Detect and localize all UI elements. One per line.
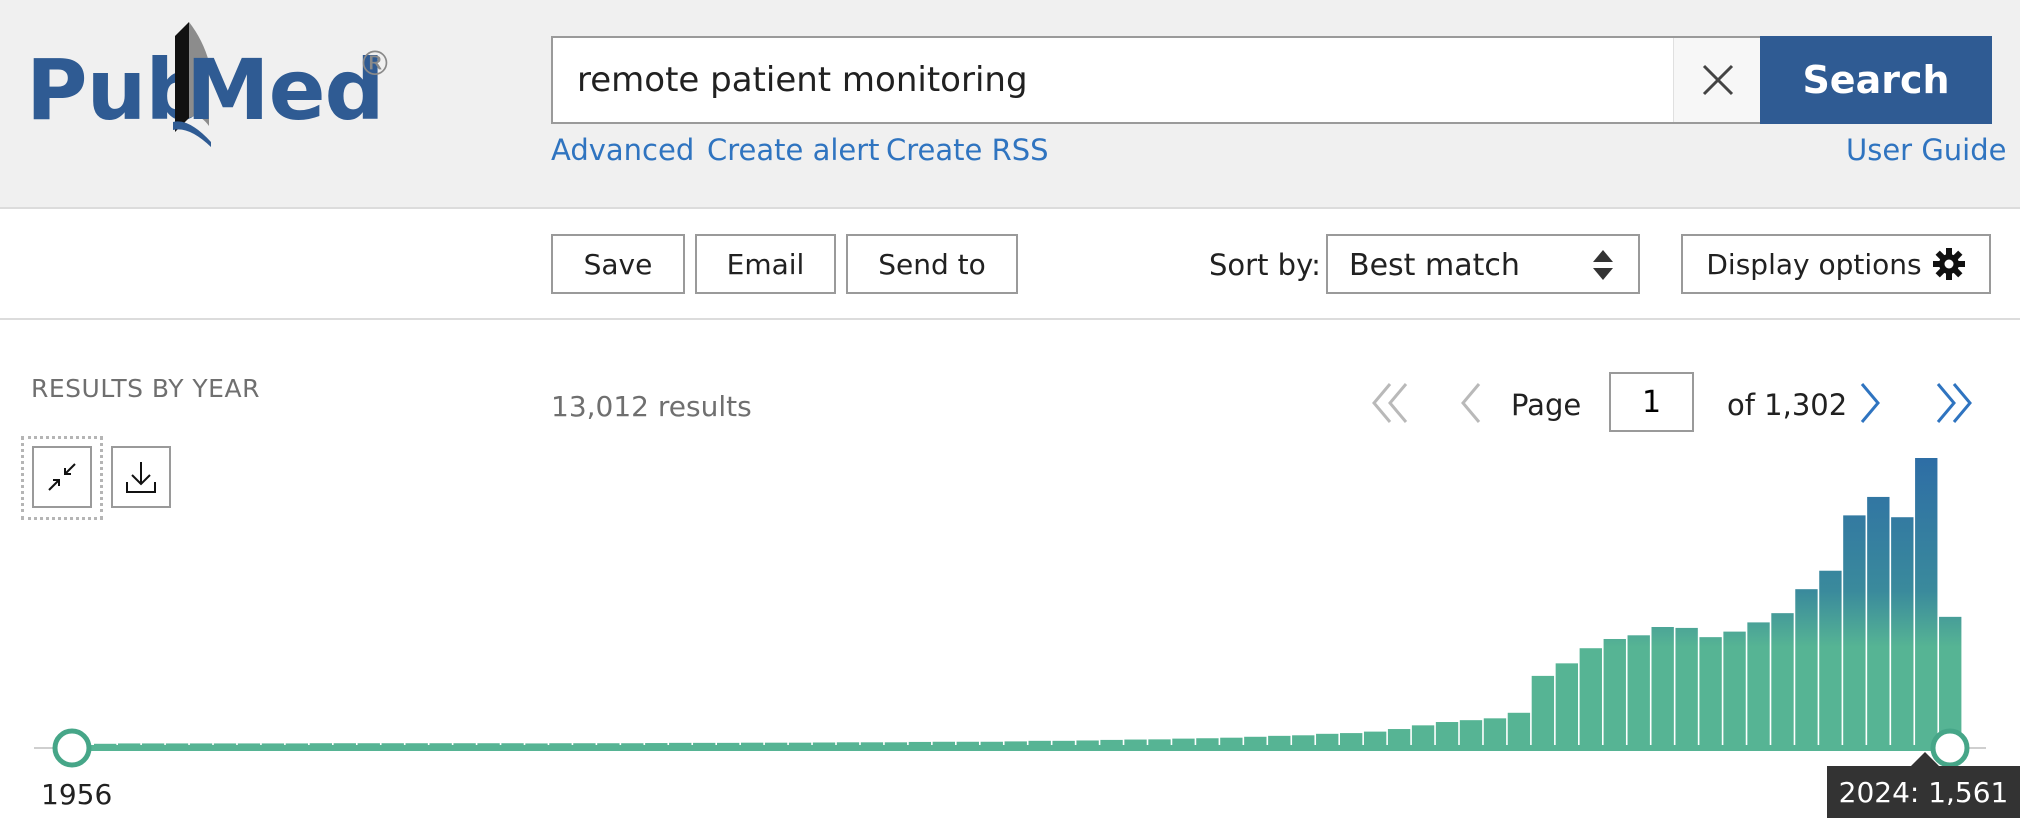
histogram-bar-2030[interactable] xyxy=(1867,496,1890,746)
histogram-bar-2024[interactable] xyxy=(1723,631,1746,746)
results-by-year-chart[interactable] xyxy=(0,440,2020,818)
histogram-bar-2014[interactable] xyxy=(1483,718,1507,746)
histogram-bar-2031[interactable] xyxy=(1891,517,1914,746)
gear-icon xyxy=(1932,248,1965,280)
histogram-bar-2027[interactable] xyxy=(1795,589,1818,746)
create-alert-link[interactable]: Create alert xyxy=(707,133,880,167)
first-page-icon[interactable] xyxy=(1372,382,1408,424)
histogram-bar-2029[interactable] xyxy=(1843,515,1866,746)
histogram-bar-2008[interactable] xyxy=(1340,733,1363,746)
chart-tooltip: 2024: 1,561 xyxy=(1827,766,2020,818)
histogram-bar-2003[interactable] xyxy=(1220,737,1243,746)
last-page-icon[interactable] xyxy=(1936,382,1972,424)
histogram-bar-2015[interactable] xyxy=(1507,712,1531,746)
histogram-bar-2013[interactable] xyxy=(1459,720,1483,746)
sort-select-value: Best match xyxy=(1349,248,1520,283)
pubmed-logo[interactable]: Pub Med ® xyxy=(26,22,406,152)
histogram-bar-2012[interactable] xyxy=(1435,722,1459,746)
histogram-bar-2032[interactable] xyxy=(1915,458,1938,746)
histogram-bar-2018[interactable] xyxy=(1579,648,1602,746)
search-box xyxy=(551,36,1761,124)
histogram-bar-2021[interactable] xyxy=(1651,627,1674,746)
histogram-bar-2011[interactable] xyxy=(1411,725,1435,746)
histogram-bar-2005[interactable] xyxy=(1268,735,1291,746)
sort-select[interactable]: Best match xyxy=(1326,234,1640,294)
histogram-bar-2004[interactable] xyxy=(1244,736,1267,746)
histogram-bar-2009[interactable] xyxy=(1363,731,1387,746)
toolbar-divider xyxy=(0,318,2020,320)
sort-by-label: Sort by: xyxy=(1209,248,1321,282)
histogram-bar-2006[interactable] xyxy=(1292,735,1315,746)
send-to-button[interactable]: Send to xyxy=(846,234,1018,294)
slider-start-handle[interactable] xyxy=(52,728,92,768)
histogram-bar-2025[interactable] xyxy=(1747,622,1770,746)
search-input[interactable] xyxy=(553,38,1669,122)
histogram-bar-2020[interactable] xyxy=(1627,635,1650,746)
histogram-bar-2023[interactable] xyxy=(1699,637,1722,746)
display-options-label: Display options xyxy=(1706,247,1922,281)
logo-text-med: Med xyxy=(186,41,385,139)
advanced-link[interactable]: Advanced xyxy=(551,133,694,167)
page-label: Page xyxy=(1511,388,1582,422)
page-number-input[interactable] xyxy=(1609,372,1694,432)
display-options-button[interactable]: Display options xyxy=(1681,234,1991,294)
histogram-bar-2016[interactable] xyxy=(1531,675,1555,746)
histogram-bar-2017[interactable] xyxy=(1555,663,1579,746)
histogram-bar-2026[interactable] xyxy=(1771,613,1794,746)
create-rss-link[interactable]: Create RSS xyxy=(886,133,1049,167)
next-page-icon[interactable] xyxy=(1860,382,1882,424)
histogram-bar-2007[interactable] xyxy=(1316,733,1339,746)
search-button[interactable]: Search xyxy=(1760,36,1992,124)
save-button[interactable]: Save xyxy=(551,234,685,294)
histogram-bars xyxy=(94,458,1962,746)
tooltip-arrow xyxy=(1911,752,1939,766)
header-bar: Pub Med ® Search Advanced Create alert C… xyxy=(0,0,2020,209)
page-total: of 1,302 xyxy=(1727,388,1848,422)
results-count: 13,012 results xyxy=(551,390,752,423)
close-icon xyxy=(1702,64,1733,96)
email-button[interactable]: Email xyxy=(695,234,836,294)
clear-search-button[interactable] xyxy=(1673,38,1761,122)
histogram-bar-2010[interactable] xyxy=(1387,729,1411,746)
year-start-label: 1956 xyxy=(41,778,113,811)
histogram-bar-2019[interactable] xyxy=(1603,638,1626,746)
histogram-bar-2002[interactable] xyxy=(1196,738,1219,746)
results-by-year-label: RESULTS BY YEAR xyxy=(31,374,260,403)
histogram-bar-2028[interactable] xyxy=(1819,570,1842,746)
user-guide-link[interactable]: User Guide xyxy=(1846,133,2006,167)
registered-mark: ® xyxy=(358,44,392,84)
histogram-bar-2022[interactable] xyxy=(1675,627,1698,746)
prev-page-icon[interactable] xyxy=(1459,382,1481,424)
histogram-bar-2001[interactable] xyxy=(1172,738,1195,746)
sort-arrows-icon xyxy=(1593,250,1613,280)
histogram-bar-2033[interactable] xyxy=(1939,616,1962,746)
